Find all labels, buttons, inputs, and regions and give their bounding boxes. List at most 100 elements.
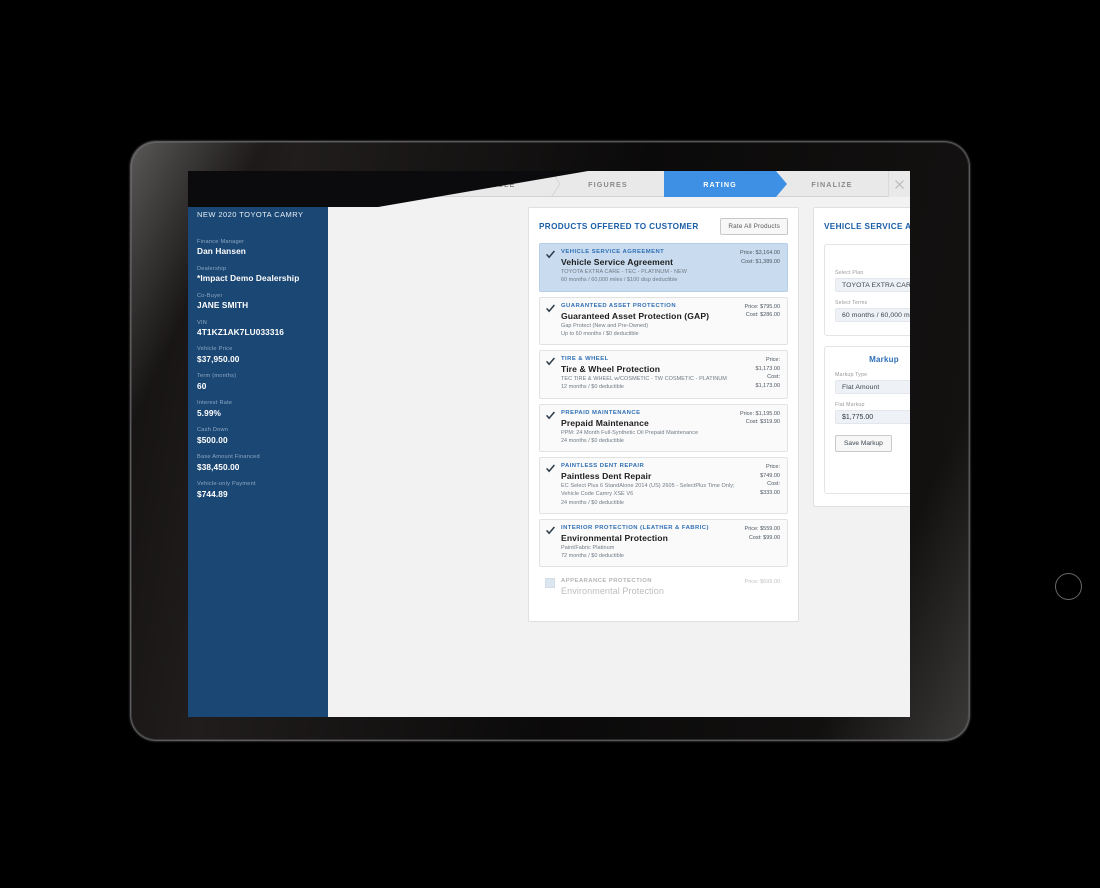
product-terms: Up to 60 months / $0 deductible — [561, 330, 639, 337]
product-price-block: Price: $1,195.00 Cost: $319.90 — [734, 410, 780, 428]
deal-field-value: 60 — [197, 380, 207, 391]
select-terms-dropdown[interactable]: 60 months / 60,000 miles / $100 disp ded… — [835, 308, 910, 322]
markup-type-label: Markup Type — [835, 372, 868, 378]
product-description: Gap Protect (New and Pre-Owned) — [561, 322, 649, 329]
deal-field-value: $500.00 — [197, 434, 228, 445]
product-price-label: Price: — [765, 357, 780, 363]
coverage-card: Coverage Select Plan TOYOTA EXTRA CARE -… — [824, 244, 910, 336]
checkmark-icon[interactable] — [546, 304, 555, 313]
vehicle-description: NEW 2020 TOYOTA CAMRY — [197, 209, 304, 219]
rate-all-products-button[interactable]: Rate All Products — [720, 218, 788, 235]
tab-customer[interactable]: CUSTOMER — [328, 171, 449, 197]
workflow-tabs: CUSTOMER VEHICLE FIGURES RATING FINALIZE — [328, 171, 910, 197]
deal-field-label: Co-Buyer — [197, 292, 223, 299]
product-name: Tire & Wheel Protection — [561, 364, 661, 374]
product-card[interactable]: TIRE & WHEEL Tire & Wheel Protection TEC T… — [539, 350, 788, 399]
product-cost-label: Cost: $319.90 — [745, 419, 780, 426]
product-card[interactable]: PREPAID MAINTENANCE Prepaid Maintenance PP… — [539, 403, 788, 452]
product-info: PREPAID MAINTENANCE Prepaid Maintenance PP… — [561, 410, 734, 446]
deal-field-value: $744.89 — [197, 488, 228, 499]
product-category: GUARANTEED ASSET PROTECTION — [561, 302, 677, 309]
product-price-block: Price: $559.00 Cost: $99.00 — [739, 525, 780, 543]
flat-markup-label: Flat Markup — [835, 402, 865, 408]
deal-field: VIN 4T1KZ1AK7LU033316 — [197, 320, 319, 338]
checkmark-icon[interactable] — [546, 526, 555, 535]
product-cost-label: Cost: — [767, 374, 780, 381]
product-description: PPM: 24 Month Full-Synthetic Oil Prepaid… — [561, 429, 699, 436]
products-panel: PRODUCTS OFFERED TO CUSTOMER Rate All Pr… — [528, 207, 799, 623]
product-price-block: Price: $1,173.00 Cost: $1,173.00 — [750, 356, 780, 390]
customer-name: JOHN SMITH — [197, 191, 289, 207]
deal-field-label: Vehicle Price — [197, 346, 233, 353]
product-card[interactable]: VEHICLE SERVICE AGREEMENT Vehicle Service… — [539, 243, 788, 292]
checkmark-icon[interactable] — [546, 250, 555, 259]
product-description: EC Select Plus 6 StandAlone 2014 (US) 26… — [561, 483, 735, 498]
deal-field-value: Dan Hansen — [197, 245, 246, 256]
select-plan-dropdown[interactable]: TOYOTA EXTRA CARE - TEC - PLATINUM - NEW — [835, 278, 910, 292]
deal-field-value: 5.99% — [197, 407, 222, 418]
product-terms: 12 months / $0 deductible — [561, 384, 624, 391]
product-name: Vehicle Service Agreement — [561, 257, 674, 267]
product-price-label: Price: $3,164.00 — [739, 250, 780, 256]
product-price-label: Price: $699.00 — [744, 579, 780, 586]
markup-title: Markup — [869, 355, 899, 364]
product-cost-label: Cost: — [767, 481, 780, 488]
deal-field-value: $38,450.00 — [197, 461, 240, 472]
product-category: VEHICLE SERVICE AGREEMENT — [561, 249, 665, 255]
product-card[interactable]: INTERIOR PROTECTION (LEATHER & FABRIC) En… — [539, 518, 788, 568]
save-markup-button[interactable]: Save Markup — [835, 435, 892, 452]
tab-figures[interactable]: FIGURES — [552, 171, 664, 197]
product-card[interactable]: APPEARANCE PROTECTION Environmental Prote… — [539, 572, 788, 605]
product-info: TIRE & WHEEL Tire & Wheel Protection TEC T… — [561, 356, 750, 392]
deal-field-value: $37,950.00 — [197, 353, 240, 364]
product-cost-label: Cost: $286.00 — [745, 312, 780, 319]
markup-type-dropdown[interactable]: Flat Amount — [835, 380, 910, 394]
deal-field-label: Base Amount Financed — [197, 454, 260, 461]
product-description: TEC TIRE & WHEEL w/COSMETIC - TW COSMETI… — [561, 376, 727, 382]
select-terms-field: Select Terms 60 months / 60,000 miles / … — [835, 300, 910, 322]
deal-field: Cash Down $500.00 — [197, 427, 319, 445]
product-card[interactable]: GUARANTEED ASSET PROTECTION Guaranteed As… — [539, 296, 788, 345]
deal-field-label: Cash Down — [197, 427, 229, 434]
deal-field: Co-Buyer JANE SMITH — [197, 293, 319, 311]
close-icon[interactable] — [888, 171, 910, 197]
deal-field-value: *Impact Demo Dealership — [197, 272, 300, 283]
product-category: APPEARANCE PROTECTION — [561, 578, 652, 585]
select-plan-field: Select Plan TOYOTA EXTRA CARE - TEC - PL… — [835, 270, 910, 292]
markup-type-field: Markup Type Flat Amount — [835, 372, 910, 394]
checkmark-icon[interactable] — [546, 464, 555, 473]
deal-field-label: Term (months) — [197, 373, 237, 380]
tab-vehicle[interactable]: VEHICLE — [440, 171, 561, 197]
product-price-block: Price: $795.00 Cost: $286.00 — [739, 303, 780, 321]
select-terms-value: 60 months / 60,000 miles / $100 disp ded… — [842, 311, 910, 319]
tab-label: CUSTOMER — [359, 179, 409, 189]
select-plan-label: Select Plan — [835, 270, 864, 276]
tab-rating[interactable]: RATING — [664, 171, 787, 197]
product-info: INTERIOR PROTECTION (LEATHER & FABRIC) En… — [561, 525, 739, 561]
home-button[interactable] — [1055, 573, 1082, 600]
deal-field-label: Dealership — [197, 265, 227, 272]
product-info: VEHICLE SERVICE AGREEMENT Vehicle Service… — [561, 249, 734, 285]
product-info: PAINTLESS DENT REPAIR Paintless Dent Repa… — [561, 463, 754, 507]
product-price-value: $749.00 — [760, 472, 780, 479]
product-terms: 24 months / $0 deductible — [561, 499, 624, 506]
checkmark-icon[interactable] — [546, 357, 555, 366]
product-terms: 60 months / 60,000 miles / $100 disp ded… — [561, 277, 678, 284]
product-category: INTERIOR PROTECTION (LEATHER & FABRIC) — [561, 524, 709, 531]
deal-sidebar: 1234 - Finance JOHN SMITH NEW 2020 TOYOT… — [188, 171, 328, 717]
select-plan-value: TOYOTA EXTRA CARE - TEC - PLATINUM - NEW — [842, 281, 910, 289]
tablet-screen: 1234 - Finance JOHN SMITH NEW 2020 TOYOT… — [188, 171, 910, 717]
product-terms: 24 months / $0 deductible — [561, 437, 624, 444]
flat-markup-input[interactable]: $1,775.00 — [835, 410, 910, 424]
flat-markup-field: Flat Markup $1,775.00 — [835, 402, 910, 424]
tab-finalize[interactable]: FINALIZE — [776, 171, 888, 197]
product-card[interactable]: PAINTLESS DENT REPAIR Paintless Dent Repa… — [539, 457, 788, 514]
checkmark-icon[interactable] — [546, 411, 555, 420]
tab-label: VEHICLE — [476, 179, 516, 189]
deal-field: Dealership *Impact Demo Dealership — [197, 266, 319, 284]
product-name: Guaranteed Asset Protection (GAP) — [561, 310, 710, 321]
checkbox-unchecked-icon[interactable] — [545, 578, 555, 589]
deal-field: Vehicle-only Payment $744.89 — [197, 481, 319, 499]
deal-field-label: Finance Manager — [197, 238, 245, 245]
coverage-title: Coverage — [835, 253, 910, 262]
